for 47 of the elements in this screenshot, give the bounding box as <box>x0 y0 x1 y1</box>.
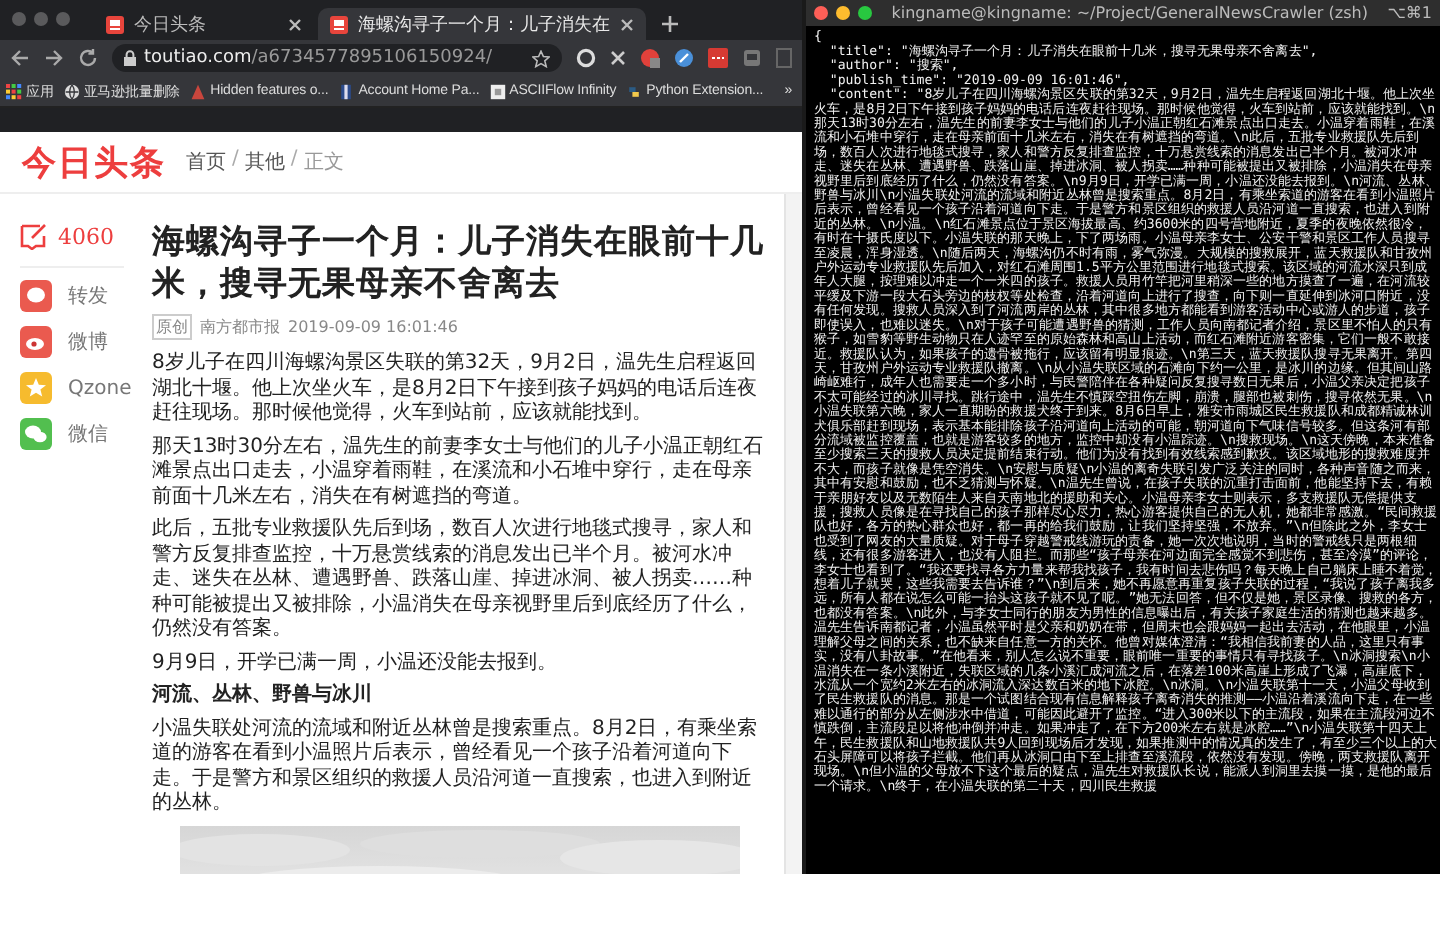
new-tab-icon[interactable] <box>660 14 680 34</box>
original-tag: 原创 <box>152 314 192 340</box>
site-logo[interactable]: 今日头条 <box>22 139 166 185</box>
bookmark-icon <box>626 83 643 99</box>
eye-icon[interactable] <box>20 326 52 358</box>
close-icon[interactable] <box>288 17 302 31</box>
extension-icon[interactable] <box>674 48 694 68</box>
globe-icon <box>63 83 80 99</box>
site-icon <box>106 15 124 33</box>
article-title: 海螺沟寻子一个月：儿子消失在眼前十几米，搜寻无果母亲不舍离去 <box>152 220 766 304</box>
bookmark-icon <box>338 83 355 99</box>
lock-icon <box>124 50 136 66</box>
article-paragraph: 9月9日，开学已满一周，小温还没能去报到。 <box>152 651 560 676</box>
site-icon <box>330 15 348 33</box>
article-source[interactable]: 南方都市报 <box>200 316 280 338</box>
reload-icon[interactable] <box>78 48 98 68</box>
triangle-icon <box>190 83 207 99</box>
article-paragraph: 8岁儿子在四川海螺沟景区失联的第32天，9月2日，温先生启程返回湖北十堰。他上次坐火车，是8月2日下午接到孩子妈妈的电话后连夜赶往现场。那时候他觉得，火车到站前，应该就能找到。 <box>152 352 760 427</box>
apps-icon <box>6 83 22 99</box>
extension-icon[interactable] <box>708 48 728 68</box>
share-label[interactable]: Qzone <box>68 377 132 399</box>
article-paragraph: 那天13时30分左右，温先生的前妻李女士与他们的儿子小温正朝红石滩景点出口走去，小温穿着雨鞋，在溪流和小石堆中穿行，走在母亲前面十几米左右，消失在有树遮挡的弯道。 <box>152 435 765 510</box>
speech-bubble-icon[interactable] <box>20 280 52 312</box>
share-label[interactable]: 微博 <box>68 328 108 356</box>
article-paragraph: 此后，五批专业救援队先后到场，数百人次进行地毯式搜寻，家人和警方反复排查监控，十万悬赏线索的消息发出已半个月。被河水冲走、迷失在丛林、遭遇野兽、跌落山崖、掉进冰洞、被人拐卖……种种可能被提出又被排除，小温消失在母亲视野里后到底经历了什么，仍然没有答案。 <box>152 518 754 643</box>
shortcut-label: ⌥⌘1 <box>1387 4 1432 22</box>
page-icon <box>489 83 506 99</box>
comment-icon[interactable] <box>20 222 48 250</box>
back-icon[interactable] <box>10 48 30 68</box>
scrollbar[interactable] <box>784 194 802 874</box>
publish-time: 2019-09-09 16:01:46 <box>288 318 458 336</box>
bookmark-star-icon[interactable] <box>532 49 550 67</box>
share-label[interactable]: 微信 <box>68 420 108 448</box>
forward-icon[interactable] <box>44 48 64 68</box>
address-bar[interactable]: toutiao.com/a6734577895106150924/ <box>112 44 562 72</box>
breadcrumb-separator: / <box>232 148 239 174</box>
section-heading: 河流、丛林、野兽与冰川 <box>152 684 374 709</box>
browser-tab[interactable]: 海螺沟寻子一个月：儿子消失在 <box>318 8 646 40</box>
browser-tab[interactable]: 今日头条 <box>94 8 314 40</box>
comment-count: 4060 <box>58 223 114 249</box>
article-paragraph: 小温失联处河流的流域和附近丛林曾是搜索重点。8月2日，有乘坐索道的游客在看到小温照片后表示，曾经看见一个孩子沿着河道向下走。于是警方和景区组织的救援人员沿河道一直搜索，也进入到附近的丛林。 <box>152 717 760 817</box>
breadcrumb-link[interactable]: 首页 <box>186 148 226 176</box>
breadcrumb-separator: / <box>290 148 298 174</box>
window-title: kingname@kingname: ~/Project/GeneralNewsCrawler (zsh) <box>889 4 1370 22</box>
share-label[interactable]: 转发 <box>68 282 108 310</box>
breadcrumb-link[interactable]: 其他 <box>244 148 285 176</box>
close-icon[interactable] <box>620 17 634 31</box>
